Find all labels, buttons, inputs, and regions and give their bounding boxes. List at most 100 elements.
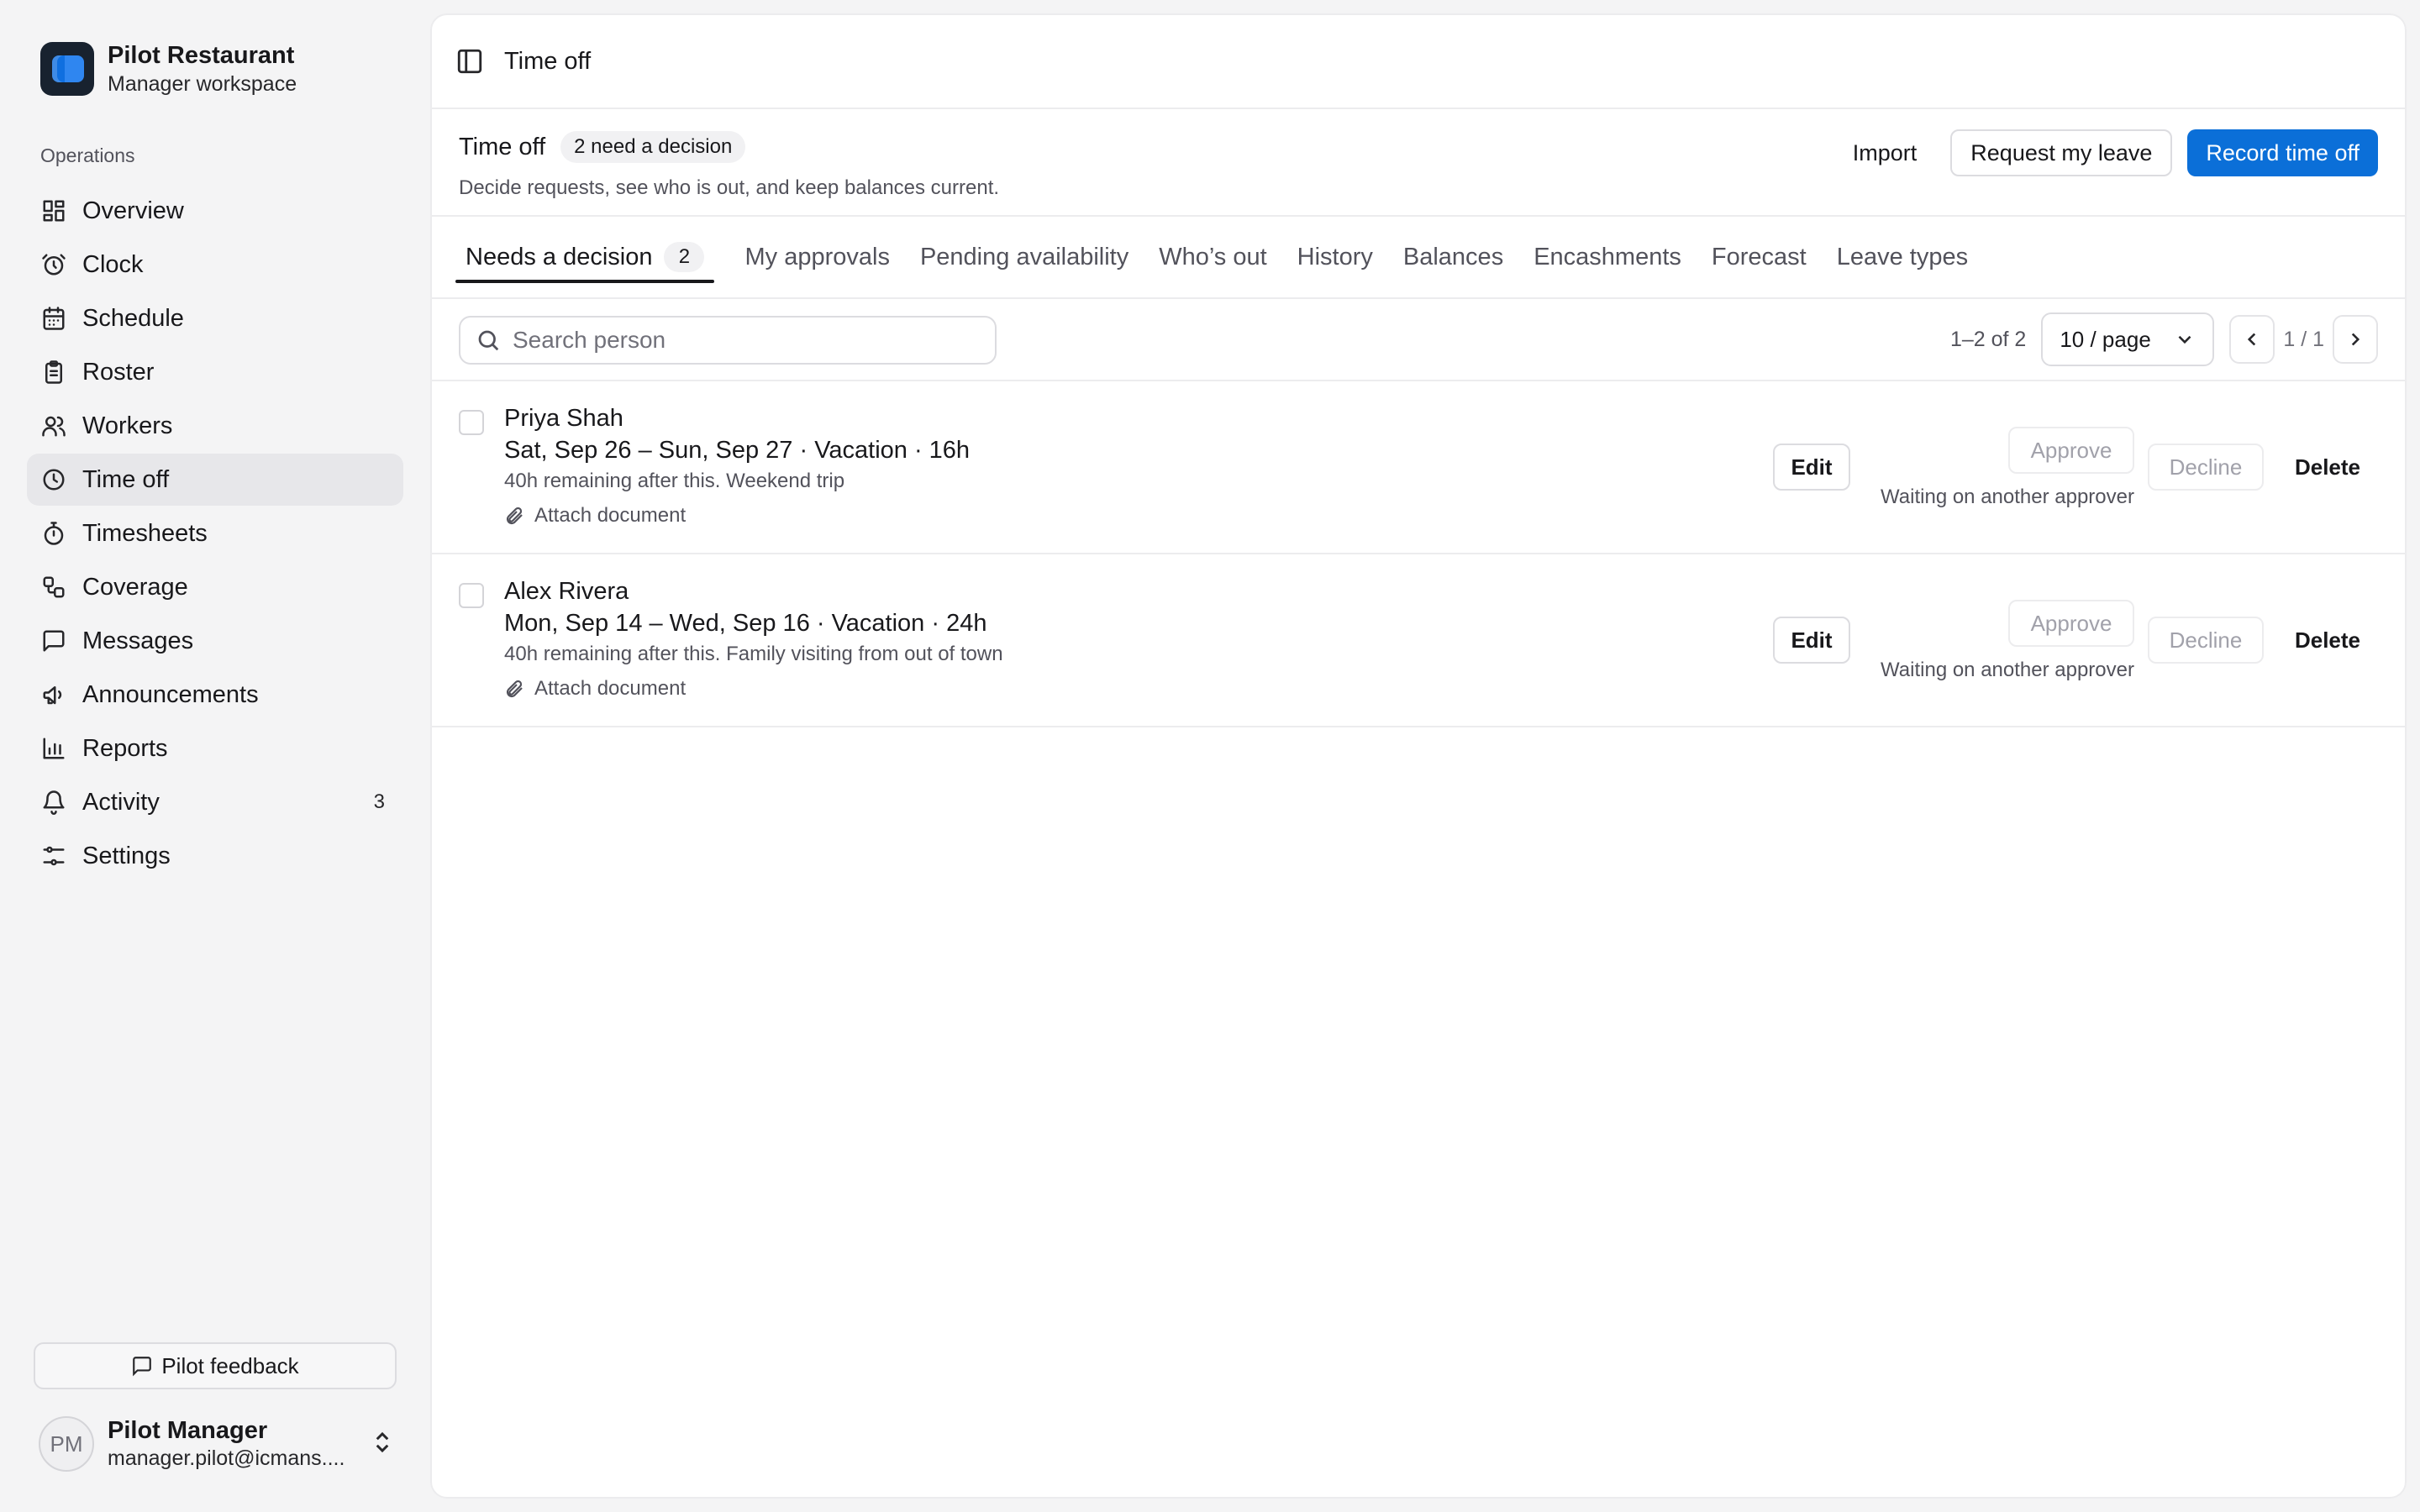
delete-button[interactable]: Delete <box>2286 444 2370 491</box>
activity-count-badge: 3 <box>373 790 385 813</box>
coverage-icon <box>40 574 67 601</box>
paperclip-icon <box>506 507 523 525</box>
stopwatch-icon <box>40 520 67 547</box>
sidebar-item-time-off[interactable]: Time off <box>27 454 403 506</box>
import-button[interactable]: Import <box>1834 129 1936 176</box>
main-panel: Time off Time off 2 need a decision Deci… <box>430 13 2407 1499</box>
avatar: PM <box>39 1416 94 1472</box>
row-select-checkbox[interactable] <box>459 583 484 608</box>
message-square-icon <box>133 1357 152 1377</box>
sidebar-item-clock[interactable]: Clock <box>27 239 403 291</box>
tab-encashments[interactable]: Encashments <box>1534 216 1681 298</box>
grid-icon <box>40 197 67 224</box>
user-menu[interactable]: PM Pilot Manager manager.pilot@icmans...… <box>39 1416 395 1472</box>
page-indicator: 1 / 1 <box>2283 327 2324 351</box>
sidebar-item-roster[interactable]: Roster <box>27 346 403 398</box>
sidebar-item-reports[interactable]: Reports <box>27 722 403 774</box>
brand-name: Pilot Restaurant <box>108 42 295 69</box>
request-dates: Mon, Sep 14 – Wed, Sep 16 · Vacation · 2… <box>504 610 987 637</box>
sidebar-item-label: Workers <box>82 412 173 439</box>
delete-button[interactable]: Delete <box>2286 617 2370 664</box>
user-email: manager.pilot@icmans.... <box>108 1446 345 1470</box>
decline-button[interactable]: Decline <box>2148 617 2264 664</box>
sidebar-item-workers[interactable]: Workers <box>27 400 403 452</box>
sidebar: Pilot Restaurant Manager workspace Opera… <box>0 0 429 1512</box>
approve-button[interactable]: Approve <box>2008 427 2134 474</box>
search-input[interactable] <box>513 327 983 354</box>
nav-section-label: Operations <box>40 144 135 166</box>
tab-my-approvals[interactable]: My approvals <box>744 216 889 298</box>
sidebar-nav: Overview Clock Schedule Roster Workers T… <box>27 185 403 884</box>
sidebar-item-label: Roster <box>82 358 155 386</box>
sidebar-item-label: Activity <box>82 788 160 816</box>
message-icon <box>40 627 67 654</box>
sidebar-toggle-icon[interactable] <box>455 47 484 76</box>
decline-button[interactable]: Decline <box>2148 444 2264 491</box>
edit-button[interactable]: Edit <box>1773 617 1850 664</box>
page-size-value: 10 / page <box>2060 326 2151 352</box>
request-dates: Sat, Sep 26 – Sun, Sep 27 · Vacation · 1… <box>504 437 971 464</box>
approval-status-note: Waiting on another approver <box>1881 659 2134 681</box>
users-icon <box>40 412 67 439</box>
sidebar-item-overview[interactable]: Overview <box>27 185 403 237</box>
brand-subtitle: Manager workspace <box>108 72 297 96</box>
page-size-select[interactable]: 10 / page <box>2041 312 2215 366</box>
record-time-off-button[interactable]: Record time off <box>2187 129 2378 176</box>
tab-pending-availability[interactable]: Pending availability <box>920 216 1128 298</box>
topbar: Time off <box>432 15 2405 109</box>
row-select-checkbox[interactable] <box>459 410 484 435</box>
sidebar-item-coverage[interactable]: Coverage <box>27 561 403 613</box>
sidebar-item-activity[interactable]: Activity 3 <box>27 776 403 828</box>
status-badge: 2 need a decision <box>560 131 746 163</box>
attach-document-label: Attach document <box>534 504 687 527</box>
sidebar-item-messages[interactable]: Messages <box>27 615 403 667</box>
employee-name: Alex Rivera <box>504 578 629 605</box>
request-my-leave-button[interactable]: Request my leave <box>1950 129 2173 176</box>
sliders-icon <box>40 843 67 869</box>
sidebar-item-settings[interactable]: Settings <box>27 830 403 882</box>
attach-document-link[interactable]: Attach document <box>504 677 1003 701</box>
previous-page-button[interactable] <box>2229 315 2275 364</box>
page-title: Time off <box>504 47 592 75</box>
request-row: Alex Rivera Mon, Sep 14 – Wed, Sep 16 · … <box>432 554 2405 727</box>
sidebar-item-schedule[interactable]: Schedule <box>27 292 403 344</box>
sidebar-item-announcements[interactable]: Announcements <box>27 669 403 721</box>
pilot-feedback-button[interactable]: Pilot feedback <box>34 1342 397 1389</box>
section-description: Decide requests, see who is out, and kee… <box>459 176 1000 199</box>
next-page-button[interactable] <box>2333 315 2378 364</box>
employee-name: Priya Shah <box>504 405 623 432</box>
approve-button[interactable]: Approve <box>2008 600 2134 647</box>
pagination: 1–2 of 2 10 / page 1 / 1 <box>1950 312 2378 366</box>
chevron-down-icon <box>2178 335 2191 344</box>
chevron-up-down-icon <box>370 1430 395 1459</box>
sidebar-item-label: Reports <box>82 734 168 762</box>
brand-logo <box>40 42 94 96</box>
chevron-left-icon <box>2248 333 2256 346</box>
tab-whos-out[interactable]: Who’s out <box>1159 216 1266 298</box>
user-name: Pilot Manager <box>108 1417 268 1444</box>
tab-balances[interactable]: Balances <box>1403 216 1503 298</box>
tab-needs-a-decision[interactable]: Needs a decision 2 <box>455 216 715 298</box>
approval-status-note: Waiting on another approver <box>1881 486 2134 508</box>
tab-forecast[interactable]: Forecast <box>1712 216 1807 298</box>
page-header: Time off 2 need a decision Decide reques… <box>432 109 2405 217</box>
edit-button[interactable]: Edit <box>1773 444 1850 491</box>
sidebar-item-label: Overview <box>82 197 184 224</box>
tab-label: Needs a decision <box>466 243 653 270</box>
pilot-feedback-label: Pilot feedback <box>161 1352 299 1378</box>
sidebar-item-label: Messages <box>82 627 194 654</box>
tab-bar: Needs a decision 2 My approvals Pending … <box>432 217 2405 299</box>
attach-document-label: Attach document <box>534 677 687 700</box>
search-box[interactable] <box>459 316 997 365</box>
section-title: Time off <box>459 133 546 160</box>
clock-icon <box>40 466 67 493</box>
tab-history[interactable]: History <box>1297 216 1373 298</box>
request-note: 40h remaining after this. Family visitin… <box>504 643 1003 665</box>
sidebar-item-label: Time off <box>82 465 170 493</box>
alarm-clock-icon <box>40 251 67 278</box>
attach-document-link[interactable]: Attach document <box>504 504 970 528</box>
workspace-switcher[interactable]: Pilot Restaurant Manager workspace <box>40 40 297 97</box>
list-toolbar: 1–2 of 2 10 / page 1 / 1 <box>432 299 2405 381</box>
sidebar-item-timesheets[interactable]: Timesheets <box>27 507 403 559</box>
tab-leave-types[interactable]: Leave types <box>1837 216 1968 298</box>
